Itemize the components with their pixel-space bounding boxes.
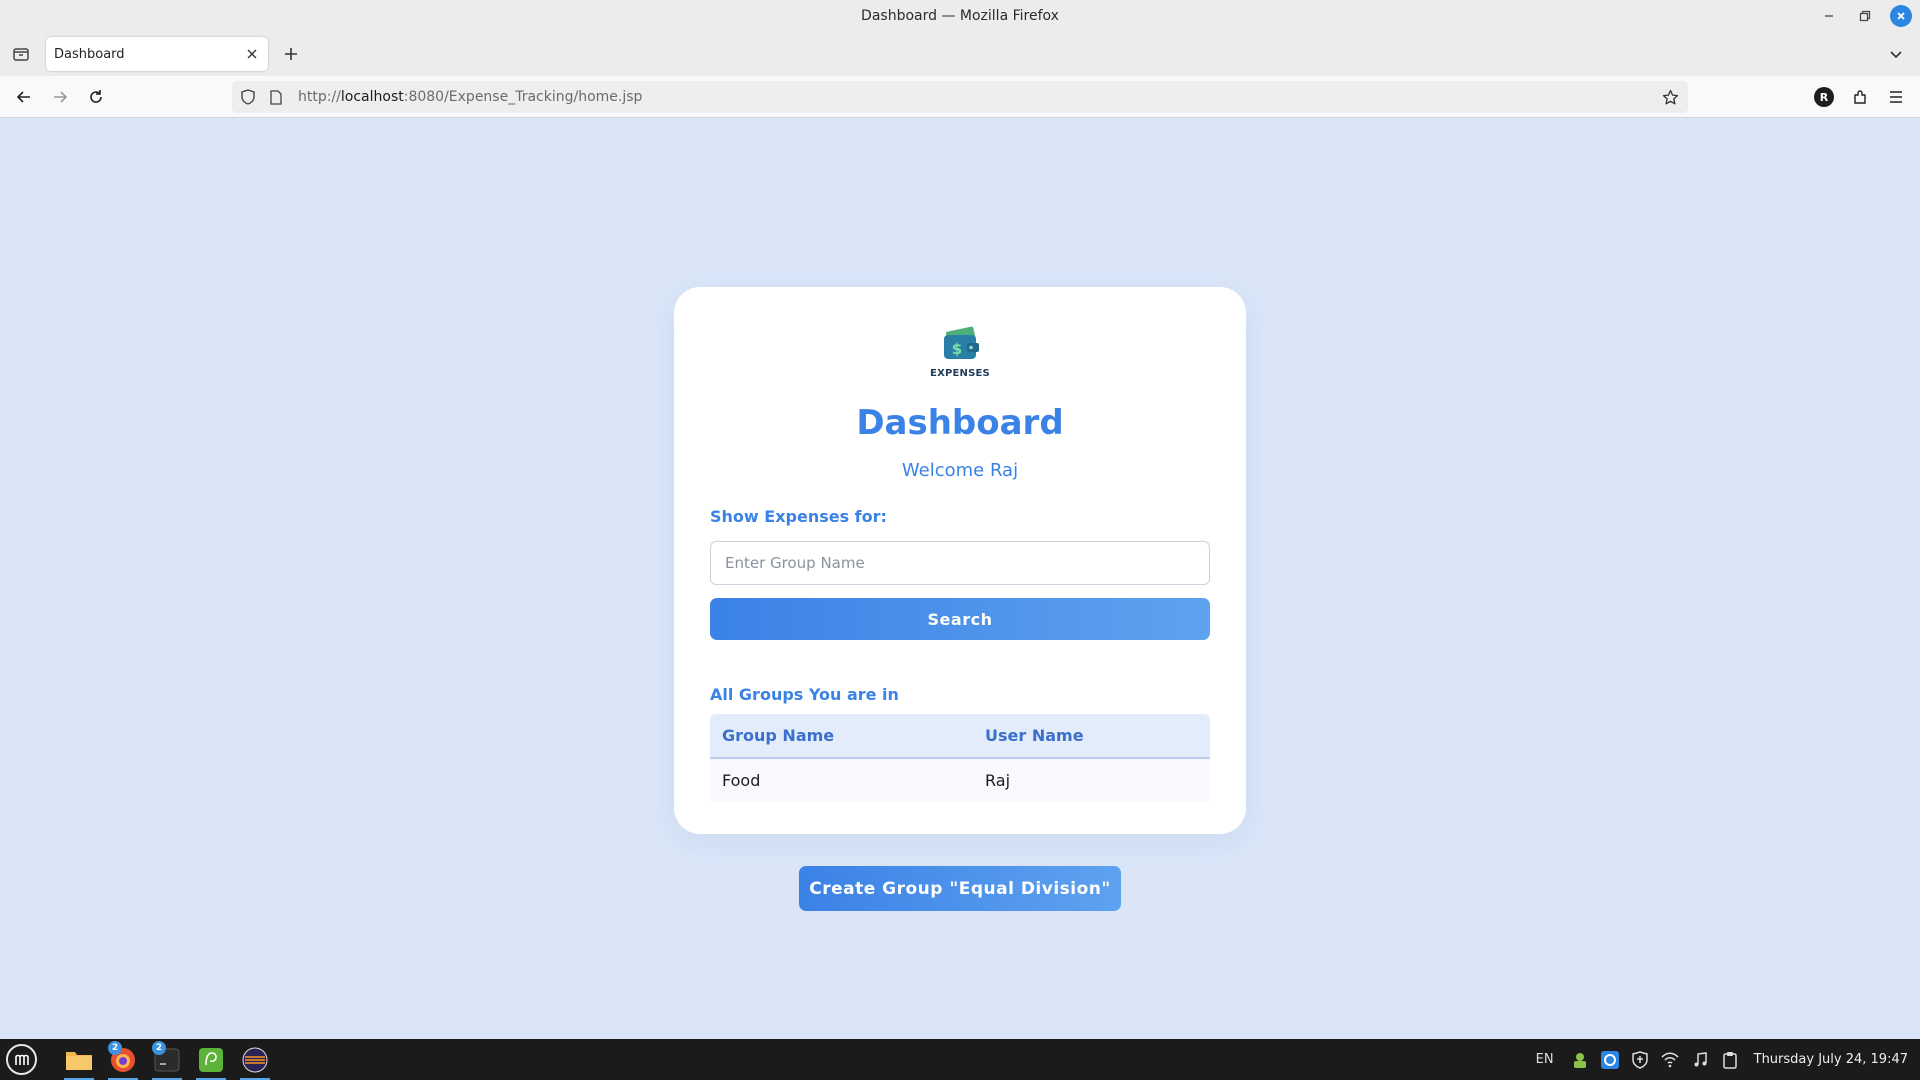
- window-controls: [1818, 5, 1912, 27]
- notification-badge: 2: [108, 1041, 122, 1055]
- column-header-user-name: User Name: [973, 714, 1210, 759]
- url-text[interactable]: http://localhost:8080/Expense_Tracking/h…: [298, 89, 642, 105]
- expenses-logo: $ EXPENSES: [923, 321, 997, 381]
- back-icon[interactable]: [11, 84, 37, 110]
- page-title: Dashboard: [856, 403, 1064, 443]
- svg-text:$: $: [952, 340, 962, 358]
- reload-icon[interactable]: [83, 84, 109, 110]
- chevron-down-icon[interactable]: [1884, 42, 1908, 66]
- minimize-icon[interactable]: [1818, 5, 1840, 27]
- clock[interactable]: Thursday July 24, 19:47: [1754, 1052, 1908, 1067]
- groups-section-label: All Groups You are in: [710, 685, 899, 704]
- url-path: :8080/Expense_Tracking/home.jsp: [403, 89, 643, 105]
- cell-user-name: Raj: [973, 758, 1210, 802]
- show-expenses-label: Show Expenses for:: [710, 507, 887, 526]
- extensions-icon[interactable]: [1847, 84, 1873, 110]
- keyboard-language[interactable]: EN: [1536, 1052, 1554, 1067]
- navigation-toolbar: http://localhost:8080/Expense_Tracking/h…: [0, 76, 1920, 118]
- taskbar-files[interactable]: [62, 1043, 96, 1080]
- create-group-button[interactable]: Create Group "Equal Division": [799, 866, 1121, 911]
- page-info-icon[interactable]: [266, 89, 286, 105]
- table-header-row: Group Name User Name: [710, 714, 1210, 759]
- restore-icon[interactable]: [1854, 5, 1876, 27]
- table-row: Food Raj: [710, 758, 1210, 802]
- eclipse-icon: [242, 1047, 268, 1073]
- taskbar-firefox[interactable]: 2: [106, 1041, 140, 1080]
- tab-overview-icon[interactable]: [10, 43, 32, 65]
- shield-icon[interactable]: [1630, 1050, 1650, 1070]
- groups-table: Group Name User Name Food Raj: [710, 714, 1210, 802]
- window-title: Dashboard — Mozilla Firefox: [861, 8, 1059, 24]
- welcome-message: Welcome Raj: [901, 460, 1019, 481]
- postgres-icon: [199, 1048, 223, 1072]
- account-avatar[interactable]: R: [1814, 87, 1834, 107]
- cell-group-name: Food: [710, 758, 973, 802]
- url-prefix: http://: [298, 89, 341, 105]
- wifi-icon[interactable]: [1660, 1050, 1680, 1070]
- notification-badge: 2: [152, 1041, 166, 1055]
- wallet-icon: $: [944, 326, 979, 359]
- files-icon: [66, 1052, 92, 1070]
- close-tab-icon[interactable]: [240, 42, 264, 66]
- taskbar-eclipse[interactable]: [238, 1043, 272, 1080]
- menu-icon[interactable]: [1883, 84, 1909, 110]
- taskbar-terminal[interactable]: 2: [150, 1041, 184, 1080]
- update-manager-icon[interactable]: [1570, 1050, 1590, 1070]
- new-tab-icon[interactable]: [279, 42, 303, 66]
- taskbar-postgres[interactable]: [194, 1043, 228, 1080]
- forward-icon[interactable]: [47, 84, 73, 110]
- sound-icon[interactable]: [1690, 1050, 1710, 1070]
- url-host: localhost: [340, 89, 404, 105]
- taskbar: 2 2 EN Thursday July 24, 19:47: [0, 1039, 1920, 1080]
- sync-icon[interactable]: [1600, 1050, 1620, 1070]
- column-header-group-name: Group Name: [710, 714, 973, 759]
- start-menu-icon[interactable]: [6, 1044, 37, 1075]
- tab-label: Dashboard: [54, 46, 125, 62]
- tracking-shield-icon[interactable]: [238, 89, 258, 105]
- close-window-icon[interactable]: [1890, 5, 1912, 27]
- tab-bar: Dashboard: [0, 32, 1920, 76]
- window-titlebar: Dashboard — Mozilla Firefox: [0, 0, 1920, 32]
- system-tray: EN Thursday July 24, 19:47: [1536, 1039, 1920, 1080]
- address-bar[interactable]: http://localhost:8080/Expense_Tracking/h…: [232, 81, 1688, 113]
- clipboard-icon[interactable]: [1720, 1050, 1740, 1070]
- logo-text: EXPENSES: [930, 368, 990, 379]
- group-name-input[interactable]: [710, 541, 1210, 585]
- tab-dashboard[interactable]: Dashboard: [46, 37, 268, 71]
- search-button[interactable]: Search: [710, 598, 1210, 640]
- dashboard-card: $ EXPENSES Dashboard Welcome Raj Show Ex…: [674, 287, 1246, 834]
- bookmark-star-icon[interactable]: [1660, 87, 1680, 107]
